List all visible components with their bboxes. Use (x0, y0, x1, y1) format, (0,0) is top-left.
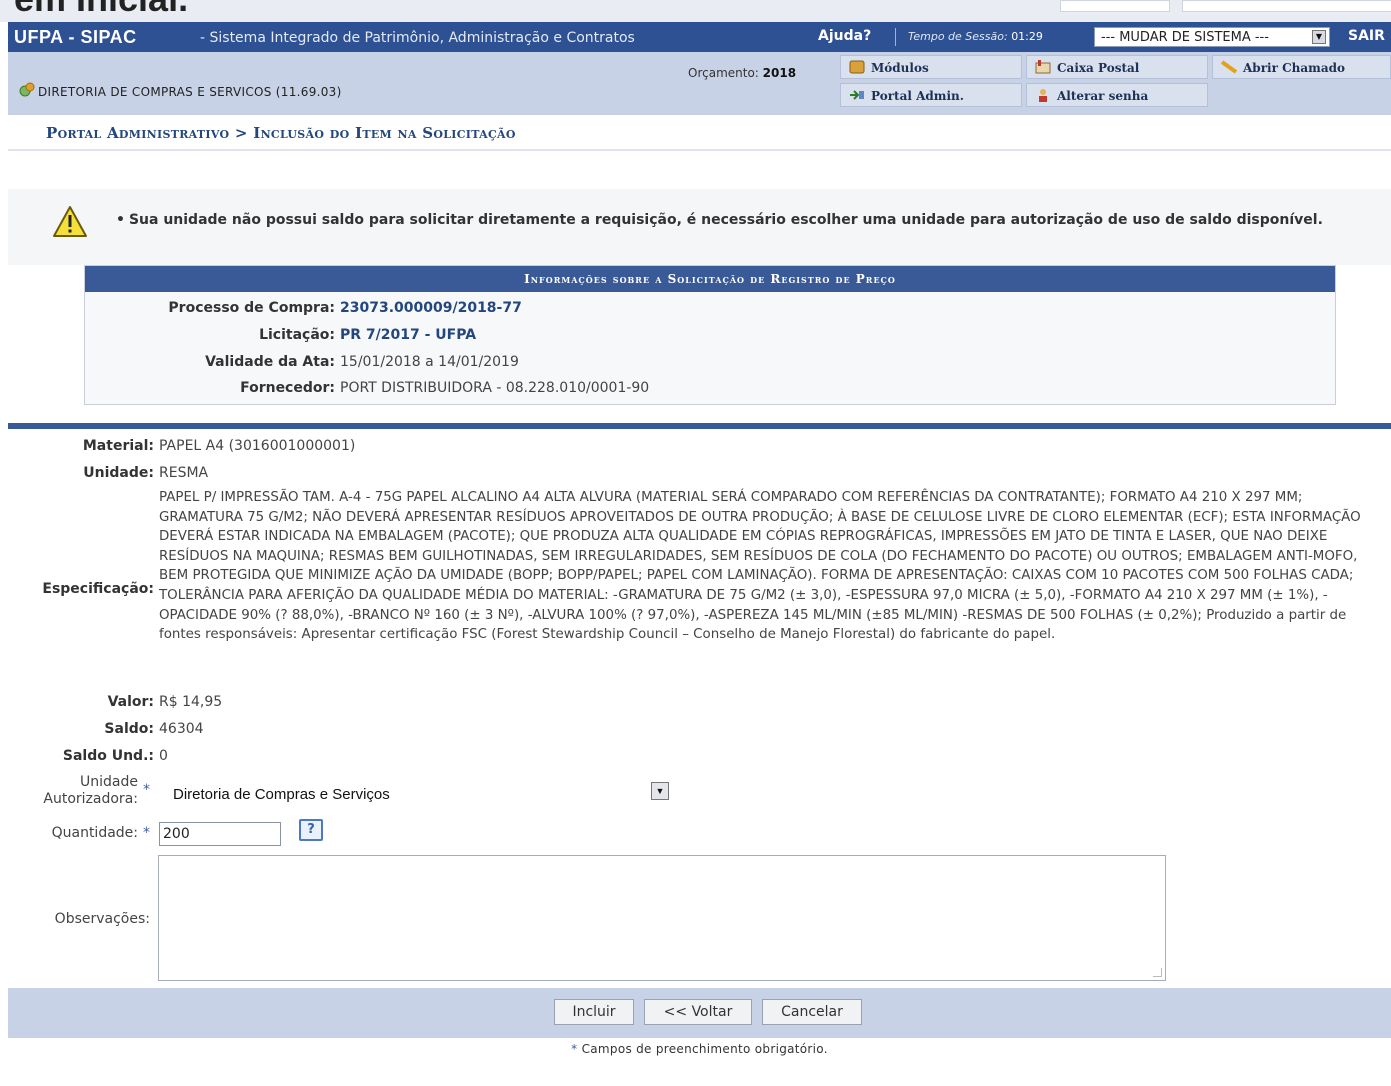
budget-info: Orçamento: 2018 (688, 66, 796, 80)
cancelar-button[interactable]: Cancelar (762, 999, 862, 1025)
warning-text-body: Sua unidade não possui saldo para solici… (128, 212, 1323, 228)
exit-link[interactable]: SAIR (1348, 28, 1385, 44)
warning-icon (53, 206, 87, 237)
mailbox-icon (1035, 60, 1051, 74)
breadcrumb-bar: Portal Administrativo > Inclusão do Item… (8, 115, 1391, 151)
incluir-button[interactable]: Incluir (554, 999, 634, 1025)
menu-modulos[interactable]: Módulos (840, 55, 1022, 79)
unit-icon (19, 82, 35, 97)
top-field-1 (1060, 0, 1170, 12)
system-subtitle: - Sistema Integrado de Patrimônio, Admin… (200, 30, 635, 46)
breadcrumb: Portal Administrativo > Inclusão do Item… (46, 124, 516, 142)
unidade-autorizadora-value: Diretoria de Compras e Serviços (173, 786, 390, 803)
quantidade-label: Quantidade: (51, 825, 138, 841)
saldo-und-label: Saldo Und.: (62, 748, 154, 764)
action-bar: Incluir << Voltar Cancelar (8, 988, 1391, 1038)
info-panel-title: Informações sobre a Solicitação de Regis… (85, 266, 1335, 292)
menu-abrir-chamado-label: Abrir Chamado (1243, 61, 1345, 75)
unidade-label-line-1: Unidade (80, 774, 138, 790)
brand-title: UFPA - SIPAC (14, 27, 137, 47)
warning-text: • Sua unidade não possui saldo para solic… (116, 210, 1376, 230)
top-strip: em Inicial. (0, 0, 1391, 22)
menu-portal-admin-label: Portal Admin. (871, 89, 964, 103)
saldo-value: 46304 (159, 721, 204, 737)
header-divider (895, 28, 896, 46)
sub-header: DIRETORIA DE COMPRAS E SERVICOS (11.69.0… (8, 52, 1391, 115)
valor-label: Valor: (107, 694, 154, 710)
system-select-value: --- MUDAR DE SISTEMA --- (1101, 30, 1269, 45)
licitacao-label: Licitação: (259, 327, 335, 343)
partial-heading: em Inicial. (14, 0, 188, 20)
especificacao-value: PAPEL P/ IMPRESSÃO TAM. A-4 - 75G PAPEL … (159, 490, 1361, 643)
help-link[interactable]: Ajuda? (818, 28, 871, 44)
licitacao-link[interactable]: PR 7/2017 - UFPA (340, 327, 476, 343)
top-field-2 (1182, 0, 1391, 12)
chevron-down-icon[interactable]: ▼ (651, 782, 669, 800)
help-icon[interactable]: ? (299, 819, 323, 841)
info-row-fornecedor: Fornecedor: PORT DISTRIBUIDORA - 08.228.… (85, 380, 1335, 402)
required-marker: * (571, 1042, 578, 1056)
system-select[interactable]: --- MUDAR DE SISTEMA --- ▼ (1094, 27, 1330, 47)
sipac-frame: UFPA - SIPAC - Sistema Integrado de Patr… (8, 22, 1391, 1086)
registration-info-panel: Informações sobre a Solicitação de Regis… (84, 265, 1336, 405)
validade-label: Validade da Ata: (205, 354, 335, 370)
especificacao-label: Especificação: (42, 581, 154, 597)
chevron-down-icon[interactable]: ▼ (1312, 30, 1326, 44)
processo-link[interactable]: 23073.000009/2018-77 (340, 300, 522, 316)
bullet: • (116, 212, 125, 228)
fornecedor-label: Fornecedor: (240, 380, 335, 396)
unidade-value: RESMA (159, 465, 209, 481)
unidade-label-line-2: Autorizadora: (43, 791, 138, 807)
session-label: Tempo de Sessão: (908, 30, 1008, 43)
valor-value: R$ 14,95 (159, 694, 223, 710)
saldo-label: Saldo: (104, 721, 154, 737)
menu-caixa-postal[interactable]: Caixa Postal (1026, 55, 1208, 79)
modules-icon (849, 60, 865, 74)
menu-alterar-senha-label: Alterar senha (1057, 89, 1149, 103)
user-key-icon (1039, 89, 1047, 102)
budget-label: Orçamento: (688, 66, 759, 80)
info-row-processo: Processo de Compra: 23073.000009/2018-77 (85, 300, 1335, 322)
unidade-autorizadora-select[interactable]: Diretoria de Compras e Serviços ▼ (159, 772, 679, 814)
required-note: * Campos de preenchimento obrigatório. (8, 1042, 1391, 1056)
unit-name: DIRETORIA DE COMPRAS E SERVICOS (11.69.0… (38, 85, 342, 99)
material-label: Material: (82, 438, 154, 454)
voltar-button[interactable]: << Voltar (644, 999, 752, 1025)
processo-label: Processo de Compra: (168, 300, 335, 316)
session-timer: Tempo de Sessão: 01:29 (908, 30, 1043, 43)
budget-year: 2018 (762, 66, 797, 80)
warning-message: • Sua unidade não possui saldo para solic… (8, 189, 1391, 265)
menu-caixa-postal-label: Caixa Postal (1057, 61, 1140, 75)
info-row-validade: Validade da Ata: 15/01/2018 a 14/01/2019 (85, 354, 1335, 376)
required-note-text: Campos de preenchimento obrigatório. (581, 1042, 828, 1056)
menu-abrir-chamado[interactable]: Abrir Chamado (1212, 55, 1391, 79)
menu-modulos-label: Módulos (871, 61, 929, 75)
top-header: UFPA - SIPAC - Sistema Integrado de Patr… (8, 22, 1391, 52)
ticket-icon (1221, 60, 1237, 74)
portal-icon (850, 90, 864, 100)
menu-portal-admin[interactable]: Portal Admin. (840, 83, 1022, 107)
info-row-licitacao: Licitação: PR 7/2017 - UFPA (85, 327, 1335, 349)
quantidade-input[interactable]: 200 (159, 822, 281, 846)
section-divider (8, 423, 1391, 429)
observacoes-label: Observações: (54, 911, 150, 927)
resize-handle-icon[interactable] (1153, 968, 1162, 977)
material-value: PAPEL A4 (3016001000001) (159, 438, 356, 454)
menu-alterar-senha[interactable]: Alterar senha (1026, 83, 1208, 107)
required-marker: * (143, 825, 150, 841)
saldo-und-value: 0 (159, 748, 168, 764)
session-time: 01:29 (1011, 30, 1043, 43)
observacoes-textarea[interactable] (158, 855, 1166, 981)
unidade-label: Unidade: (83, 465, 154, 481)
required-marker: * (143, 782, 150, 798)
validade-value: 15/01/2018 a 14/01/2019 (340, 354, 519, 370)
unidade-autorizadora-label: Unidade Autorizadora: (22, 774, 138, 808)
fornecedor-value: PORT DISTRIBUIDORA - 08.228.010/0001-90 (340, 380, 650, 396)
